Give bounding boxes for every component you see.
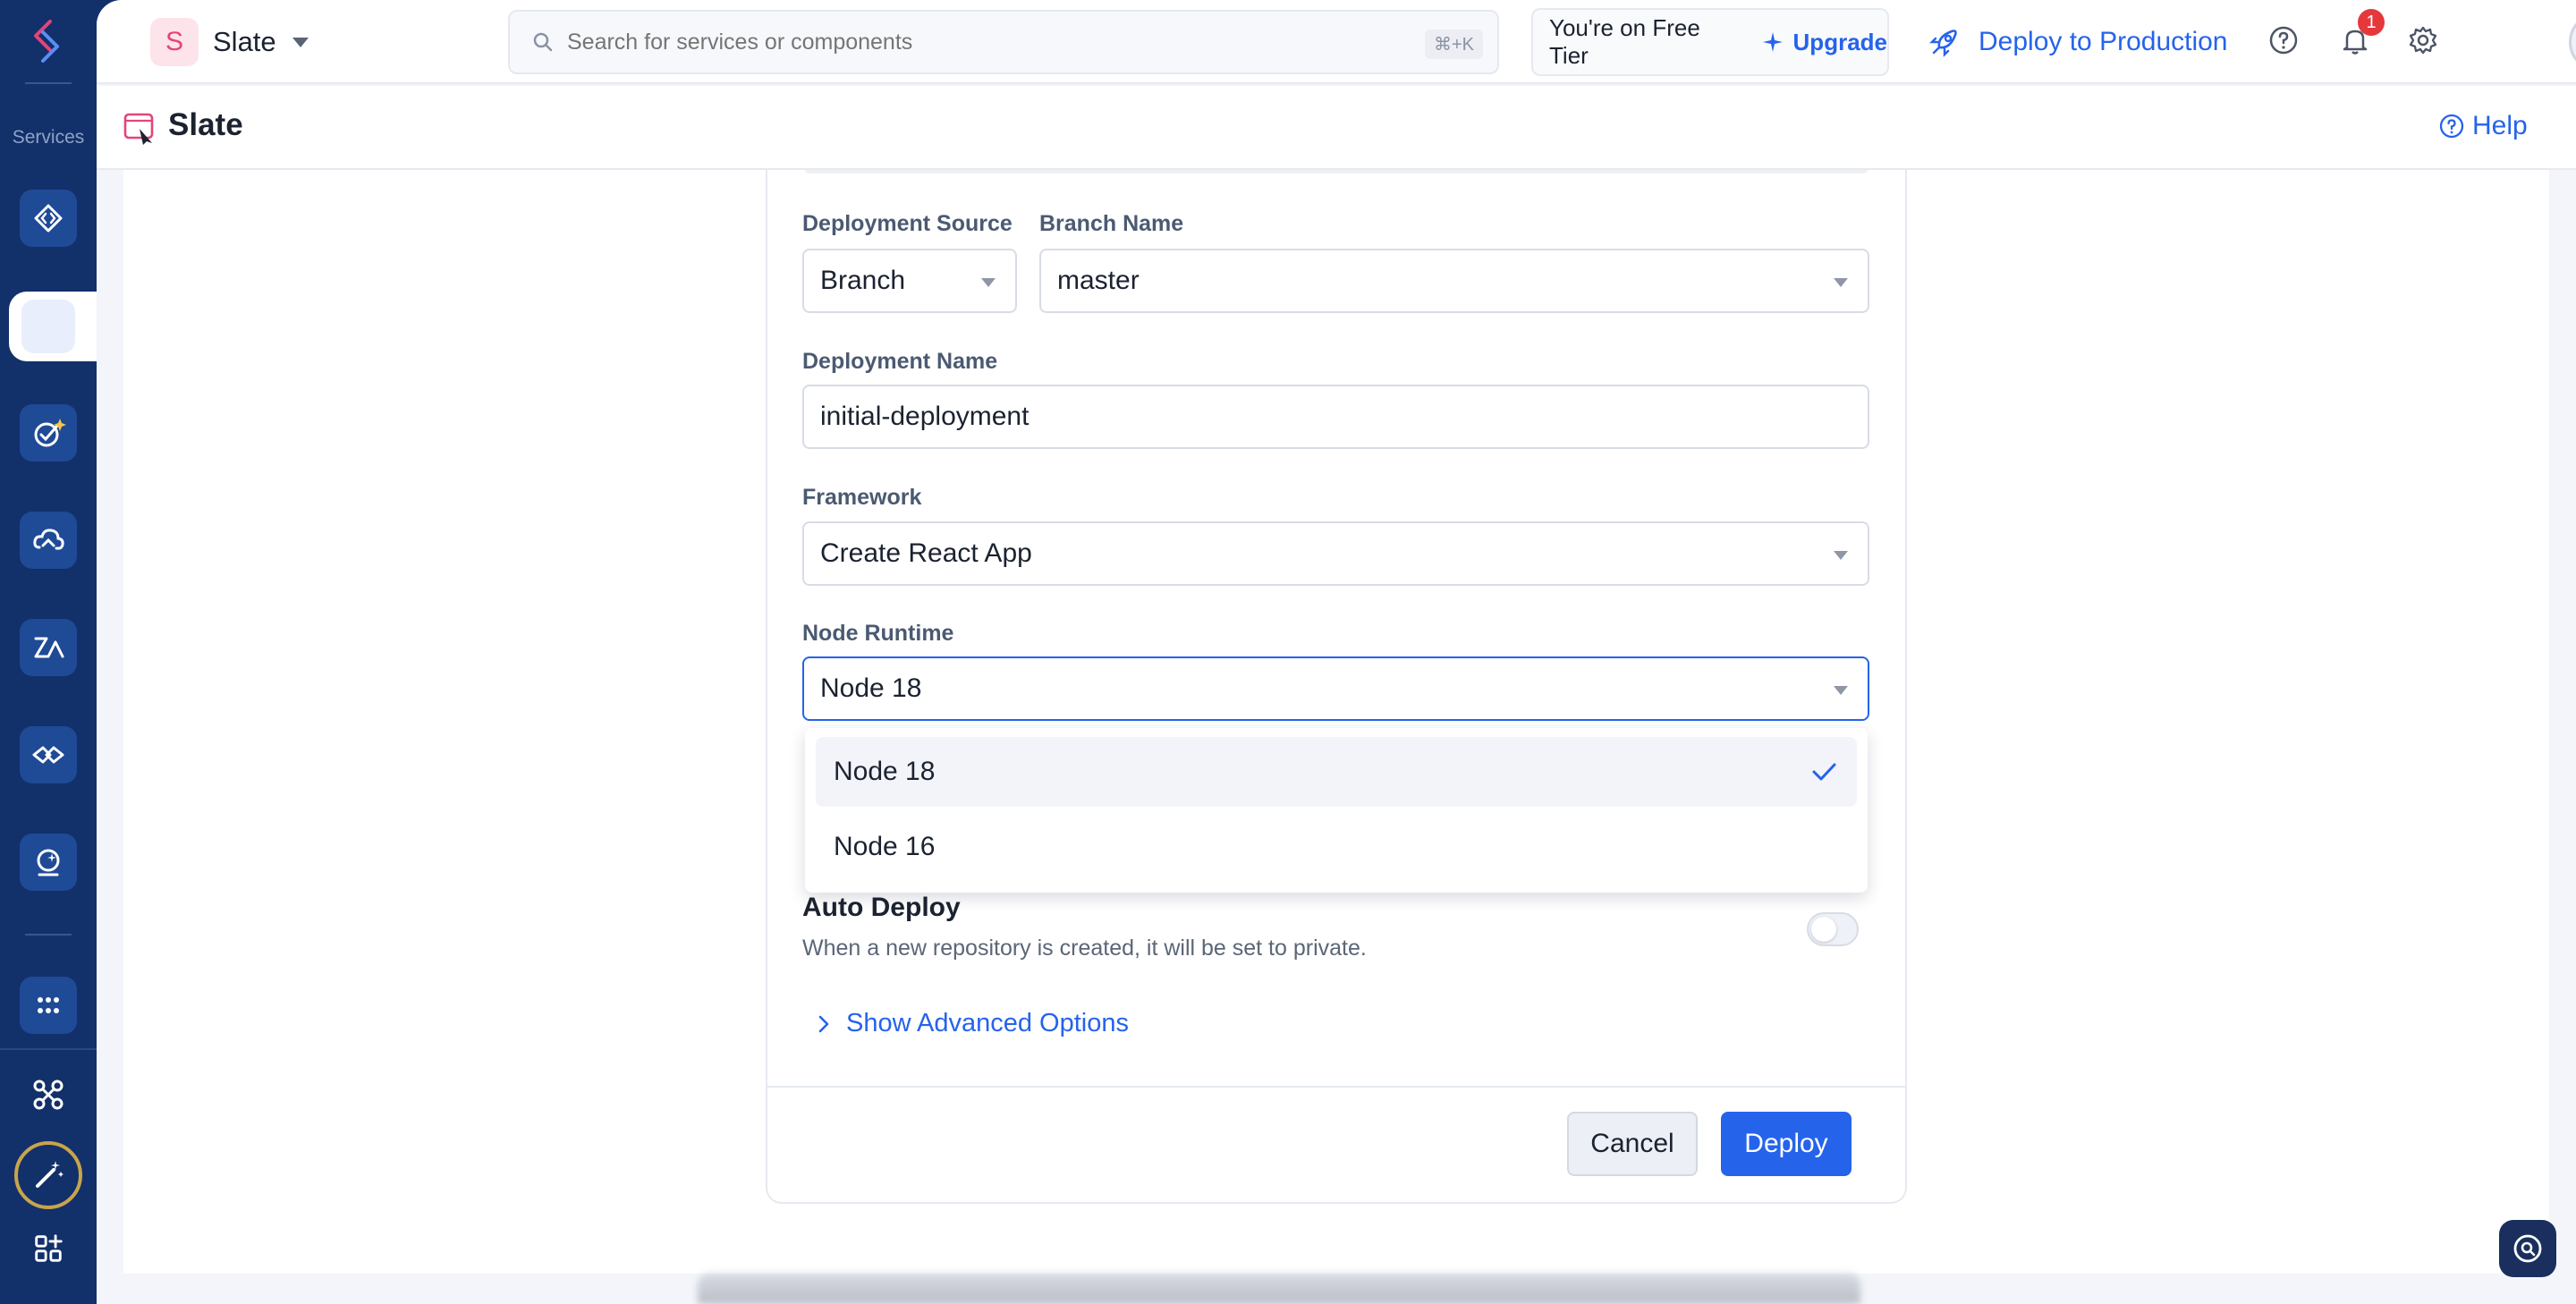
option-label: Node 16 bbox=[834, 832, 936, 861]
search-bar[interactable]: ⌘+K bbox=[508, 10, 1499, 74]
show-advanced-options-label: Show Advanced Options bbox=[846, 1009, 1129, 1037]
integrations-icon bbox=[32, 746, 64, 764]
node-runtime-dropdown: Node 18 Node 16 bbox=[805, 728, 1868, 893]
services-label: Services bbox=[12, 127, 85, 148]
chevron-down-icon bbox=[1834, 278, 1848, 287]
framework-label: Framework bbox=[802, 485, 922, 510]
top-bar: S Slate ⌘+K You're on Free Tier Upgrade … bbox=[97, 0, 2576, 84]
search-shortcut: ⌘+K bbox=[1424, 30, 1483, 59]
sidebar-item-all-services[interactable] bbox=[20, 977, 77, 1034]
help-circle-icon bbox=[2269, 26, 2298, 55]
workflow-icon bbox=[33, 1080, 64, 1110]
slate-icon bbox=[123, 113, 154, 145]
sidebar-item-magic-wand[interactable] bbox=[14, 1141, 82, 1209]
help-icon bbox=[2439, 114, 2464, 139]
sidebar-divider bbox=[25, 934, 72, 936]
api-gateway-icon bbox=[34, 204, 63, 233]
cloud-scale-icon bbox=[33, 529, 64, 550]
page-title: Slate bbox=[168, 107, 243, 142]
sidebar: Services bbox=[0, 0, 97, 1304]
settings-button[interactable] bbox=[2404, 21, 2442, 59]
slate-icon bbox=[21, 300, 75, 353]
deployment-name-value: initial-deployment bbox=[820, 402, 1030, 431]
chevron-down-icon bbox=[1834, 551, 1848, 560]
tier-banner: You're on Free Tier Upgrade bbox=[1531, 8, 1889, 76]
notification-count-badge: 1 bbox=[2358, 9, 2385, 36]
toggle-knob bbox=[1811, 917, 1836, 942]
sidebar-item-apps-grid[interactable] bbox=[23, 1224, 73, 1274]
apps-grid-icon bbox=[35, 1234, 63, 1262]
rocket-icon bbox=[1929, 30, 1957, 57]
node-runtime-select[interactable]: Node 18 bbox=[802, 656, 1869, 721]
app-badge: S bbox=[150, 18, 199, 66]
sidebar-item-api-gateway[interactable] bbox=[20, 190, 77, 247]
catalyst-logo-icon[interactable] bbox=[23, 16, 73, 66]
sparkle-icon bbox=[1762, 32, 1783, 52]
framework-value: Create React App bbox=[820, 538, 1032, 568]
help-circle-button[interactable] bbox=[2265, 21, 2302, 59]
search-input[interactable] bbox=[567, 29, 1283, 55]
deployment-source-value: Branch bbox=[820, 266, 906, 295]
node-runtime-label: Node Runtime bbox=[802, 621, 954, 646]
sidebar-item-checklist-ai[interactable] bbox=[20, 404, 77, 461]
deployment-source-select[interactable]: Branch bbox=[802, 249, 1017, 313]
app-name: Slate bbox=[213, 26, 276, 57]
deployment-name-label: Deployment Name bbox=[802, 349, 998, 374]
assistant-icon bbox=[2513, 1234, 2542, 1263]
user-icon bbox=[2572, 15, 2576, 69]
node-runtime-value: Node 18 bbox=[820, 673, 922, 703]
sidebar-item-signals[interactable] bbox=[20, 834, 77, 891]
sidebar-item-slate-active[interactable] bbox=[9, 292, 97, 361]
branch-name-select[interactable]: master bbox=[1039, 249, 1869, 313]
sidebar-item-workflow[interactable] bbox=[23, 1070, 73, 1120]
help-label: Help bbox=[2472, 111, 2528, 140]
all-services-icon bbox=[38, 997, 59, 1013]
card-footer-divider bbox=[767, 1086, 1905, 1088]
card-top-edge bbox=[805, 170, 1868, 174]
deploy-button[interactable]: Deploy bbox=[1721, 1112, 1852, 1176]
auto-deploy-description: When a new repository is created, it wil… bbox=[802, 936, 1367, 961]
app-switcher[interactable]: S Slate bbox=[150, 18, 309, 66]
auto-deploy-title: Auto Deploy bbox=[802, 893, 961, 922]
gear-icon bbox=[2409, 26, 2437, 55]
auto-deploy-toggle[interactable] bbox=[1807, 912, 1859, 946]
chevron-down-icon bbox=[1834, 686, 1848, 695]
chevron-right-icon bbox=[818, 1015, 829, 1032]
signals-icon bbox=[37, 849, 60, 876]
sub-header: Slate Help bbox=[97, 86, 2576, 170]
branch-name-label: Branch Name bbox=[1039, 211, 1184, 236]
sidebar-item-cloud-scale[interactable] bbox=[20, 512, 77, 569]
cancel-button[interactable]: Cancel bbox=[1567, 1112, 1698, 1176]
checklist-ai-icon bbox=[34, 419, 66, 447]
option-label: Node 18 bbox=[834, 757, 936, 786]
deploy-to-production-button[interactable]: Deploy to Production bbox=[1928, 20, 2228, 64]
search-icon bbox=[533, 32, 553, 52]
upgrade-button[interactable]: Upgrade bbox=[1761, 29, 1887, 56]
deployment-source-label: Deployment Source bbox=[802, 211, 1013, 236]
node-runtime-option[interactable]: Node 18 bbox=[816, 737, 1857, 807]
assistant-button[interactable] bbox=[2499, 1220, 2556, 1277]
node-runtime-option[interactable]: Node 16 bbox=[816, 812, 1857, 882]
quick-ml-icon bbox=[34, 637, 64, 658]
sidebar-item-integrations[interactable] bbox=[20, 726, 77, 783]
check-icon bbox=[1812, 763, 1836, 781]
avatar[interactable] bbox=[2569, 13, 2576, 72]
branch-name-value: master bbox=[1057, 266, 1140, 295]
deployment-name-field[interactable]: initial-deployment bbox=[802, 385, 1869, 449]
tier-text: You're on Free Tier bbox=[1549, 14, 1700, 69]
magic-wand-icon bbox=[36, 1161, 64, 1188]
chevron-down-icon bbox=[292, 37, 309, 47]
sidebar-divider bbox=[25, 82, 72, 84]
bottom-shadow bbox=[698, 1274, 1860, 1304]
framework-select[interactable]: Create React App bbox=[802, 521, 1869, 586]
sidebar-divider bbox=[0, 1048, 97, 1050]
chevron-down-icon bbox=[981, 278, 996, 287]
help-link[interactable]: Help bbox=[2438, 111, 2528, 141]
sidebar-item-quick-ml[interactable] bbox=[20, 619, 77, 676]
show-advanced-options-link[interactable]: Show Advanced Options bbox=[814, 1009, 1129, 1038]
upgrade-label: Upgrade bbox=[1792, 28, 1887, 55]
deploy-to-production-label: Deploy to Production bbox=[1979, 27, 2228, 56]
